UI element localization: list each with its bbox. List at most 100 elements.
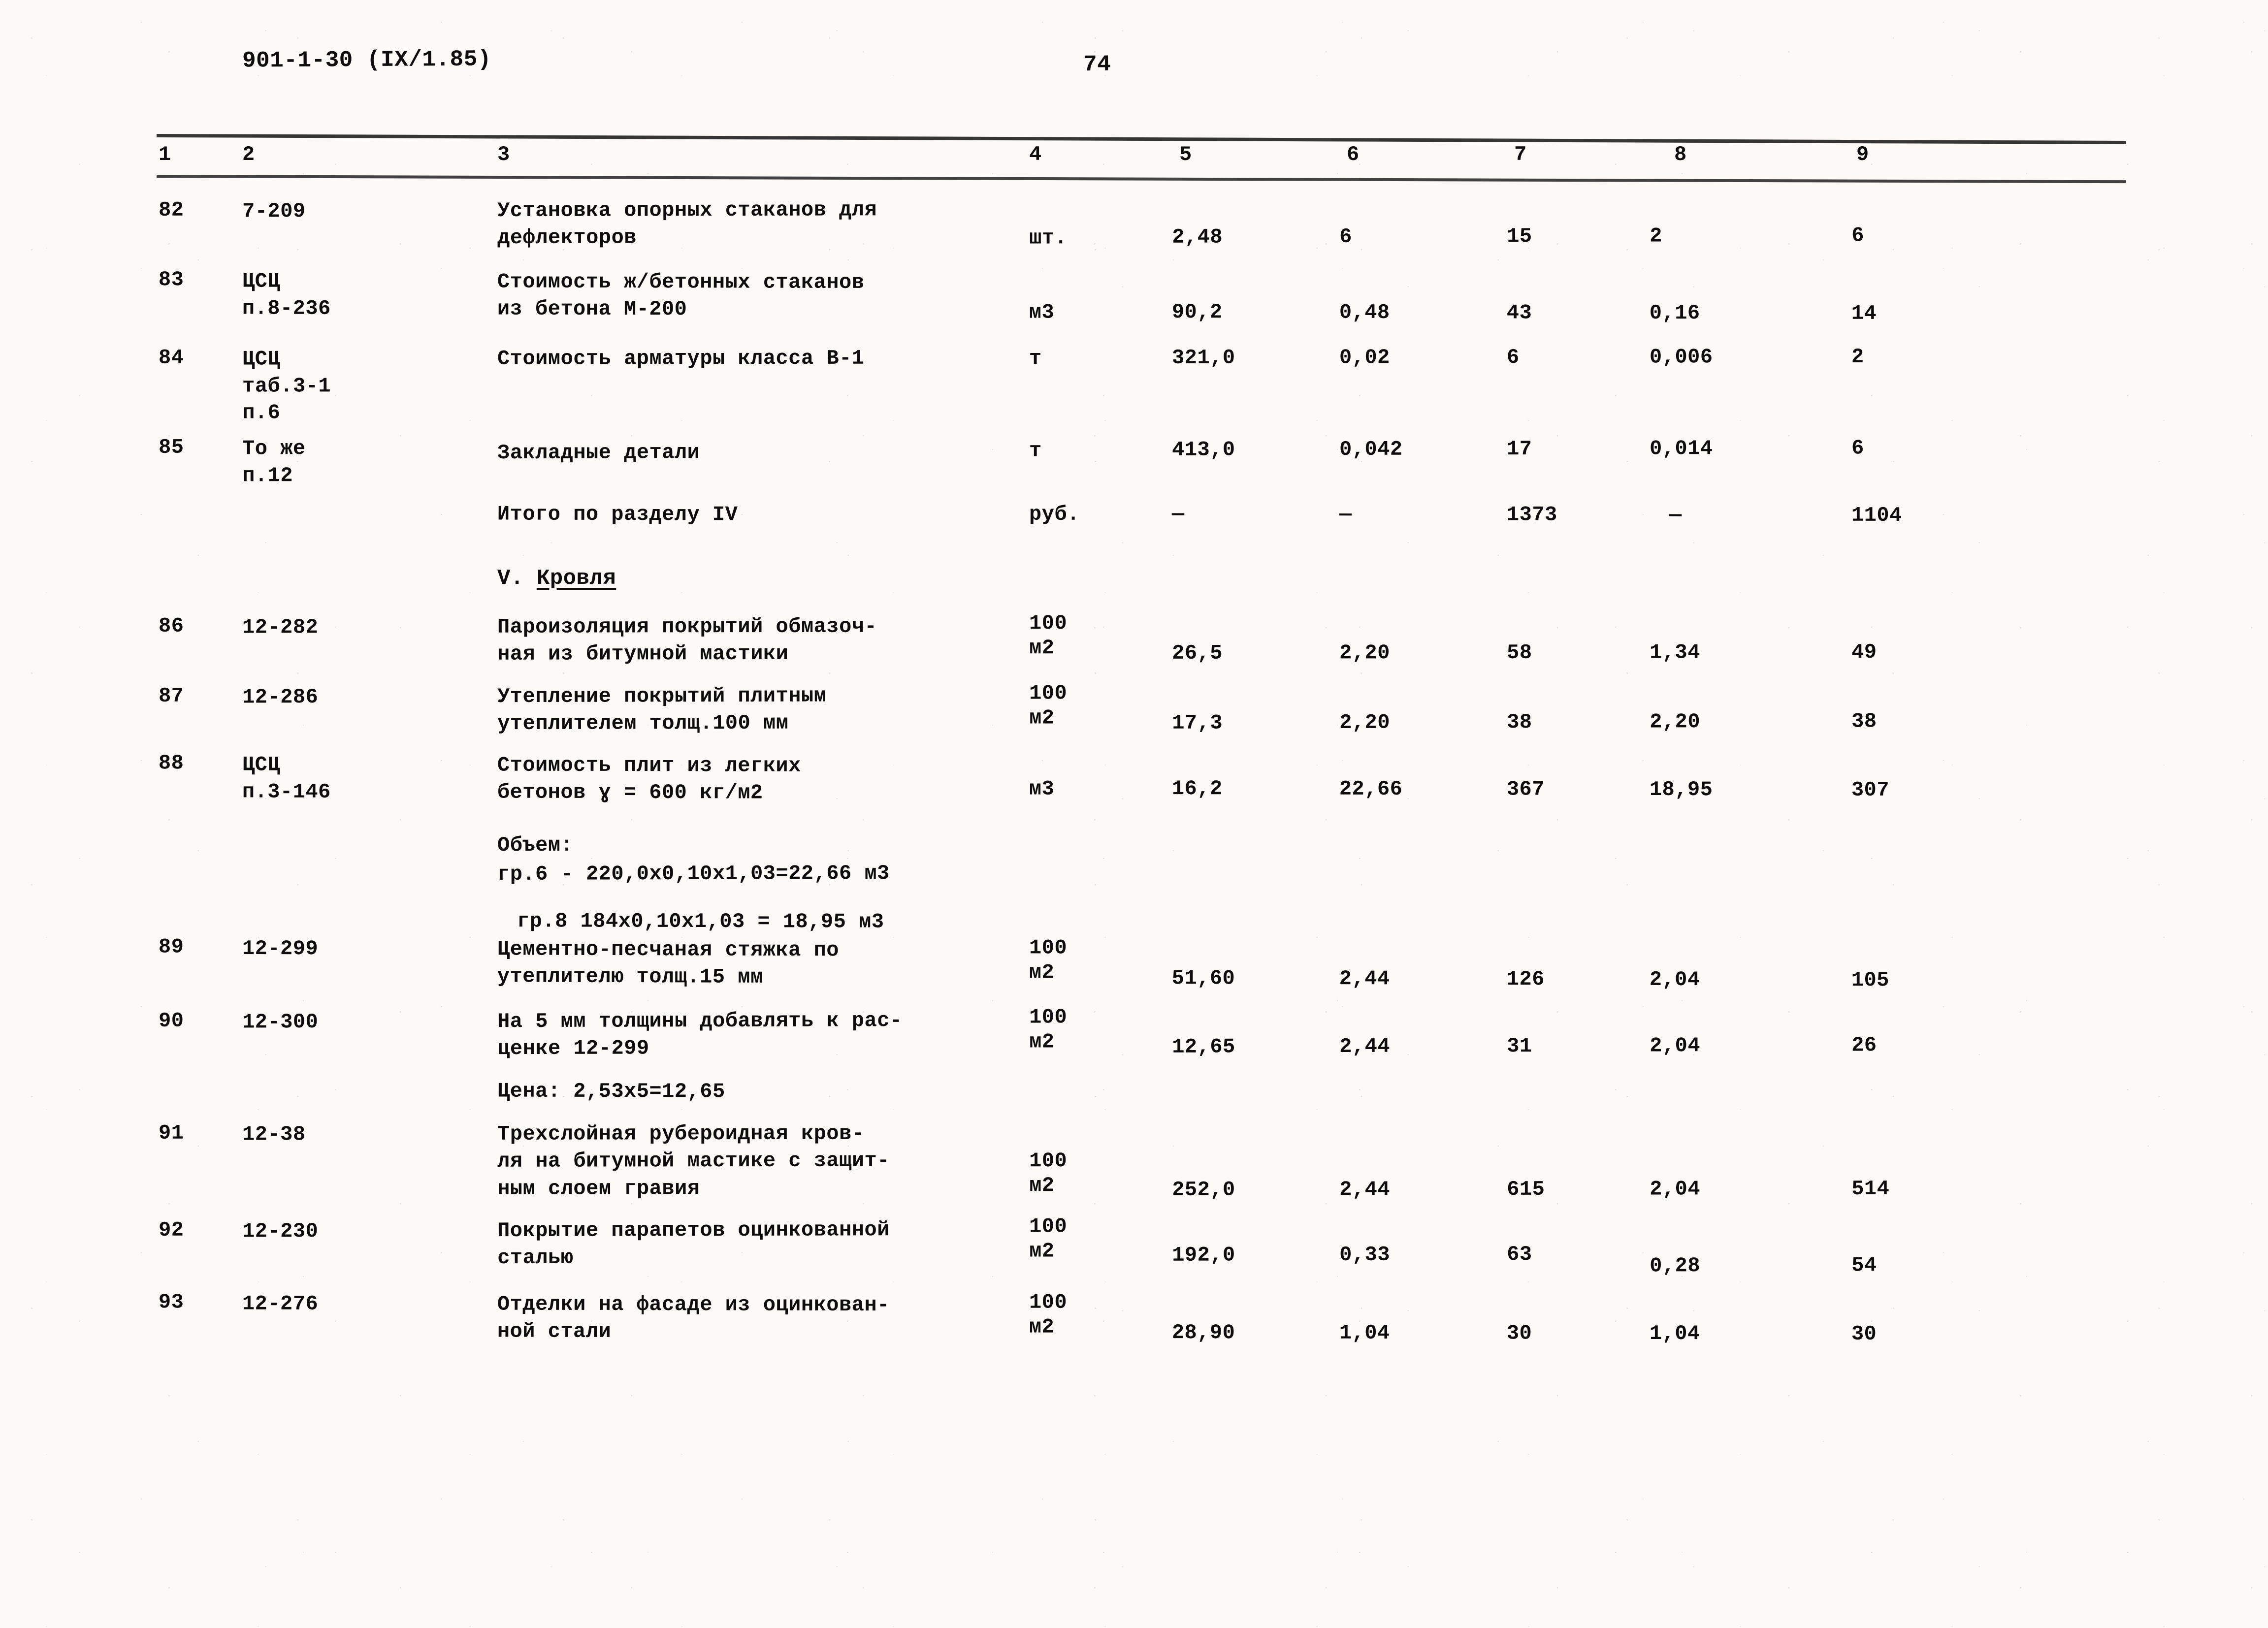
table-row: 89 12-299 Цементно-песчаная стяжка по уте…: [0, 935, 2268, 992]
row-number: 90: [159, 1009, 184, 1033]
row-value-5: 192,0: [1172, 1243, 1235, 1267]
row-value-5: 413,0: [1172, 438, 1235, 462]
row-value-6: 0,33: [1339, 1243, 1391, 1267]
row-description: Закладные детали: [497, 441, 700, 465]
row-description: Покрытие парапетов оцинкованной сталью: [497, 1218, 890, 1270]
row-value-9: 49: [1851, 640, 1877, 664]
row-value-6: 0,02: [1339, 346, 1390, 370]
row-value-5: 28,90: [1171, 1321, 1235, 1345]
row-value-8: 1,34: [1650, 640, 1700, 665]
row-value-5: 2,48: [1172, 225, 1223, 249]
row-value-9: 30: [1851, 1322, 1877, 1346]
row-value-5: 16,2: [1171, 777, 1223, 801]
row-unit: 100 м2: [1029, 681, 1068, 730]
row-value-5: 12,65: [1172, 1035, 1235, 1059]
row-unit: т: [1029, 439, 1042, 463]
subtotal-value-6: —: [1339, 502, 1352, 526]
row-code: ЦСЦ п.3-146: [242, 753, 331, 804]
row-description: Стоимость плит из легких бетонов ɣ = 600 …: [497, 753, 801, 805]
row-description: Утепление покрытий плитным утеплителем то…: [497, 684, 827, 736]
row-value-8: 1,04: [1649, 1322, 1700, 1346]
subtotal-value-8: —: [1669, 503, 1682, 527]
row-code: То же п.12: [242, 437, 306, 488]
row-number: 82: [159, 198, 184, 222]
row-value-6: 2,20: [1339, 641, 1390, 665]
row-value-8: 0,006: [1650, 345, 1713, 369]
row-value-5: 321,0: [1172, 346, 1235, 370]
table-row: 87 12-286 Утепление покрытий плитным утеп…: [0, 679, 2268, 735]
row-description: Трехслойная рубероидная кров-ля на битум…: [497, 1121, 890, 1201]
row-value-5: 252,0: [1172, 1178, 1235, 1202]
table-row: 88 ЦСЦ п.3-146 Стоимость плит из легких бе…: [0, 751, 2268, 805]
subtotal-value-7: 1373: [1506, 503, 1557, 527]
row-description: Пароизоляция покрытий обмазоч-ная из бит…: [497, 614, 877, 667]
row-value-7: 15: [1507, 224, 1532, 249]
row-value-6: 2,20: [1339, 710, 1391, 734]
row-number: 83: [158, 268, 184, 292]
row-value-7: 43: [1506, 301, 1532, 325]
row-description: Отделки на фасаде из оцинкован-ной стали: [497, 1292, 890, 1344]
row-value-6: 6: [1339, 224, 1352, 249]
table-row: 86 12-282 Пароизоляция покрытий обмазоч-…: [0, 611, 2268, 666]
row-value-8: 18,95: [1649, 778, 1713, 802]
row-value-8: 2,20: [1650, 710, 1701, 734]
row-value-6: 2,44: [1339, 1178, 1391, 1202]
table-row: 84 ЦСЦ таб.3-1 п.6 Стоимость арматуры клас…: [0, 343, 2268, 425]
note-volume-label: Объем:: [497, 833, 574, 858]
table-row: 82 7-209 Установка опорных стаканов для д…: [0, 193, 2268, 250]
note-volume-col6: гр.6 - 220,0х0,10х1,03=22,66 м3: [497, 862, 890, 886]
table-row: 92 12-230 Покрытие парапетов оцинкованно…: [0, 1213, 2268, 1277]
row-value-6: 0,48: [1339, 300, 1390, 324]
row-value-9: 6: [1851, 223, 1864, 248]
row-code: 12-276: [242, 1292, 319, 1316]
row-description: На 5 мм толщины добавлять к рас-ценке 12…: [497, 1009, 903, 1061]
row-code: 12-300: [242, 1010, 319, 1034]
row-value-7: 367: [1506, 777, 1545, 801]
row-value-9: 514: [1851, 1177, 1890, 1201]
row-value-6: 22,66: [1339, 777, 1403, 801]
row-description: Установка опорных стаканов для дефлекторо…: [497, 198, 877, 250]
row-value-9: 14: [1851, 301, 1877, 325]
row-value-9: 26: [1851, 1033, 1877, 1057]
row-value-8: 2,04: [1649, 967, 1700, 992]
row-value-5: 51,60: [1171, 966, 1235, 990]
row-value-8: 2,04: [1650, 1034, 1701, 1058]
row-number: 87: [159, 684, 184, 708]
row-unit: м3: [1029, 300, 1055, 324]
row-description: Цементно-песчаная стяжка по утеплителю то…: [497, 937, 840, 990]
row-code: 7-209: [242, 199, 306, 223]
subtotal-unit: руб.: [1029, 502, 1080, 526]
row-number: 85: [159, 435, 184, 459]
row-code: 12-282: [242, 615, 319, 639]
row-unit: м3: [1029, 777, 1055, 801]
row-value-7: 6: [1507, 345, 1520, 369]
row-unit: 100 м2: [1029, 611, 1068, 660]
row-value-8: 0,16: [1649, 301, 1700, 325]
row-value-6: 1,04: [1339, 1321, 1390, 1345]
row-value-9: 38: [1851, 709, 1877, 734]
row-value-9: 105: [1851, 968, 1889, 992]
row-value-5: 90,2: [1171, 300, 1223, 324]
row-description: Стоимость арматуры класса В-1: [497, 346, 865, 371]
row-unit: 100 м2: [1029, 1005, 1068, 1054]
table-row: 91 12-38 Трехслойная рубероидная кров-ля…: [0, 1118, 2268, 1202]
table-row: 90 12-300 На 5 мм толщины добавлять к ра…: [0, 1004, 2268, 1060]
row-value-8: 2,04: [1650, 1177, 1701, 1201]
note-volume-col8: гр.8 184х0,10х1,03 = 18,95 м3: [517, 909, 884, 934]
row-value-5: 26,5: [1172, 641, 1223, 665]
section-title: Кровля: [536, 566, 616, 591]
row-value-7: 17: [1507, 437, 1532, 461]
row-value-7: 63: [1507, 1243, 1532, 1267]
row-unit: 100 м2: [1029, 1290, 1068, 1340]
subtotal-label: Итого по разделу IV: [497, 502, 738, 527]
row-unit: 100 м2: [1029, 936, 1068, 985]
row-description: Стоимость ж/бетонных стаканов из бетона М…: [497, 270, 865, 321]
row-number: 91: [159, 1121, 184, 1145]
row-value-7: 30: [1506, 1321, 1532, 1345]
row-value-7: 58: [1507, 640, 1532, 665]
row-value-6: 2,44: [1339, 967, 1390, 991]
row-value-7: 38: [1507, 710, 1532, 734]
row-number: 86: [159, 614, 184, 638]
row-code: 12-230: [242, 1219, 319, 1244]
row-number: 92: [159, 1218, 184, 1242]
